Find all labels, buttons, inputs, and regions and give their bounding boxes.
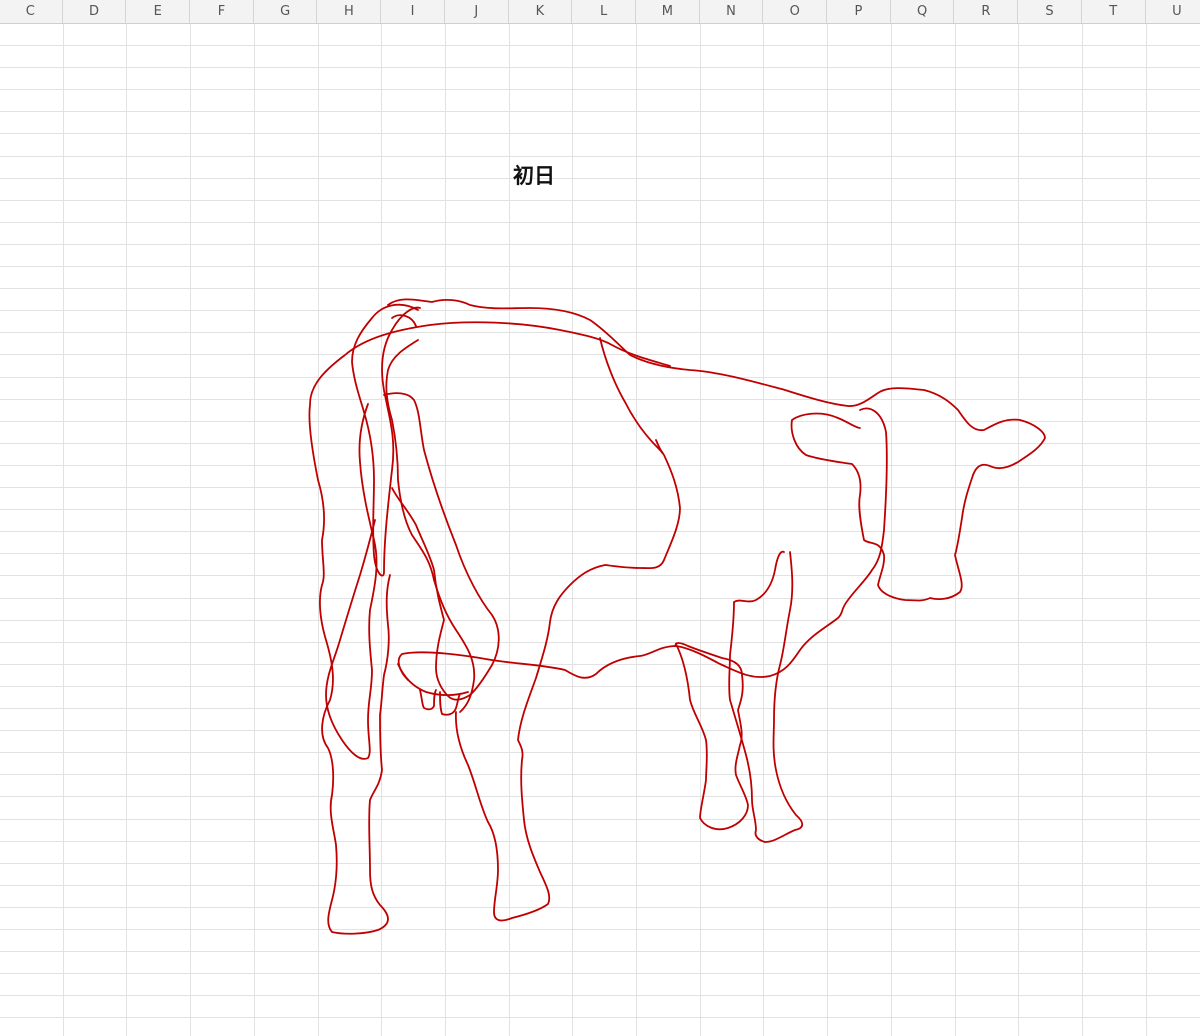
ink-back-outline xyxy=(351,298,1046,602)
ink-neck xyxy=(397,407,888,681)
ink-front-leg-right-b xyxy=(728,550,804,843)
ink-rear-leg-inner xyxy=(325,403,378,760)
ink-rear-leg-left xyxy=(308,404,391,935)
ink-udder xyxy=(397,663,469,716)
ink-body-top xyxy=(309,321,671,405)
spreadsheet-sheet[interactable]: CDEFGHIJKLMNOPQRSTU 初日 xyxy=(0,0,1200,1036)
ink-drawing-layer[interactable] xyxy=(0,0,1200,1036)
ink-front-leg-center xyxy=(455,439,681,922)
